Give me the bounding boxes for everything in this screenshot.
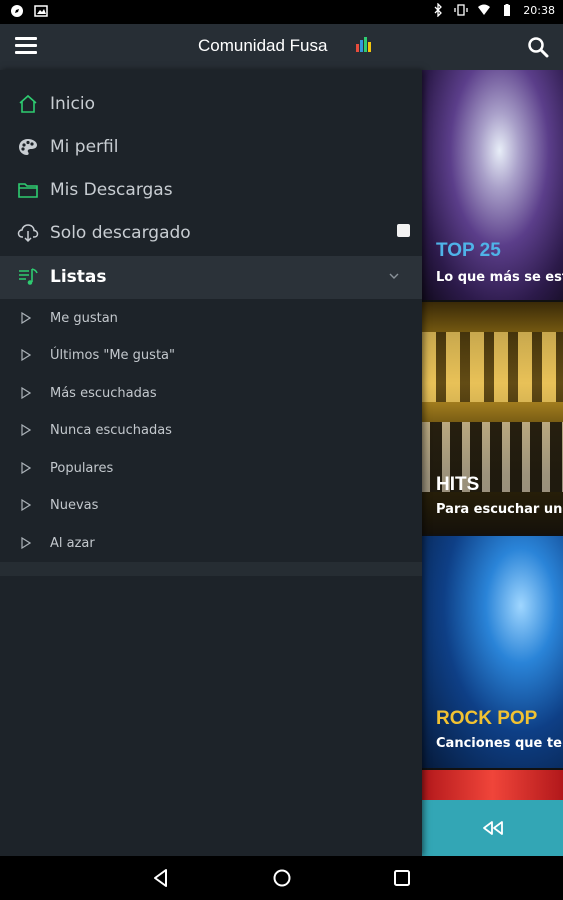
app-bar: Comunidad Fusa	[0, 24, 563, 70]
app-title: Comunidad Fusa	[198, 36, 328, 55]
navigation-drawer: Inicio Mi perfil Mis Descargas Solo desc…	[0, 70, 422, 856]
play-icon	[21, 349, 31, 361]
list-item-al-azar[interactable]: Al azar	[0, 526, 422, 562]
system-nav-bar	[0, 856, 563, 900]
drawer-item-label: Inicio	[50, 94, 95, 114]
card-subtitle: Canciones que te v	[436, 736, 563, 751]
list-item-populares[interactable]: Populares	[0, 451, 422, 487]
drawer-item-label: Mi perfil	[50, 137, 119, 157]
battery-icon	[504, 4, 511, 16]
drawer-item-inicio[interactable]: Inicio	[0, 83, 422, 125]
search-icon[interactable]	[527, 36, 549, 58]
list-item-me-gustan[interactable]: Me gustan	[0, 301, 422, 337]
vibrate-icon	[454, 4, 468, 16]
home-button-icon[interactable]	[271, 867, 293, 889]
status-time: 20:38	[523, 3, 555, 17]
compass-icon	[11, 5, 23, 17]
folder-icon	[18, 183, 38, 198]
cloud-download-icon	[17, 224, 39, 243]
play-icon	[21, 537, 31, 549]
play-icon	[21, 424, 31, 436]
drawer-item-listas[interactable]: Listas	[0, 256, 422, 299]
card-subtitle: Lo que más se esta	[436, 270, 563, 285]
play-icon	[21, 387, 31, 399]
play-icon	[21, 499, 31, 511]
drawer-item-solo-descargado[interactable]: Solo descargado	[0, 212, 422, 254]
drawer-item-label: Mis Descargas	[50, 180, 173, 200]
home-icon	[19, 94, 37, 113]
list-item-mas-escuchadas[interactable]: Más escuchadas	[0, 376, 422, 412]
list-item-ultimos-me-gusta[interactable]: Últimos "Me gusta"	[0, 338, 422, 374]
card-title: TOP 25	[436, 240, 501, 261]
drawer-item-label: Listas	[50, 267, 107, 287]
back-icon[interactable]	[150, 867, 172, 889]
recents-icon[interactable]	[391, 867, 413, 889]
list-item-label: Populares	[50, 461, 114, 476]
card-partial[interactable]	[422, 770, 563, 800]
drawer-item-mis-descargas[interactable]: Mis Descargas	[0, 169, 422, 211]
chevron-down-icon[interactable]	[388, 270, 400, 282]
solo-descargado-checkbox[interactable]	[397, 224, 410, 237]
play-icon	[21, 312, 31, 324]
list-item-label: Me gustan	[50, 311, 118, 326]
playlist-icon	[19, 268, 38, 285]
image-icon	[34, 5, 48, 17]
rewind-icon[interactable]	[481, 820, 505, 836]
drawer-item-mi-perfil[interactable]: Mi perfil	[0, 126, 422, 168]
list-item-label: Nuevas	[50, 498, 99, 513]
list-item-label: Últimos "Me gusta"	[50, 348, 175, 363]
list-item-label: Al azar	[50, 536, 95, 551]
status-bar: 20:38	[0, 0, 563, 24]
wifi-icon	[478, 4, 491, 15]
card-rock-pop[interactable]: ROCK POP Canciones que te v	[422, 536, 563, 768]
drawer-item-label: Solo descargado	[50, 223, 191, 243]
card-hits[interactable]: HITS Para escuchar una	[422, 302, 563, 534]
card-title: ROCK POP	[436, 708, 538, 729]
list-item-label: Más escuchadas	[50, 386, 157, 401]
menu-icon[interactable]	[15, 37, 37, 57]
content-area: TOP 25 Lo que más se esta HITS Para escu…	[422, 70, 563, 856]
play-icon	[21, 462, 31, 474]
list-item-label: Nunca escuchadas	[50, 423, 172, 438]
list-item-nunca-escuchadas[interactable]: Nunca escuchadas	[0, 413, 422, 449]
card-subtitle: Para escuchar una	[436, 502, 563, 517]
palette-icon	[19, 139, 37, 155]
card-top25[interactable]: TOP 25 Lo que más se esta	[422, 70, 563, 300]
list-item-nuevas[interactable]: Nuevas	[0, 488, 422, 524]
player-bar[interactable]	[422, 800, 563, 856]
drawer-divider	[0, 562, 422, 576]
bluetooth-icon	[434, 3, 443, 17]
card-title: HITS	[436, 474, 480, 495]
bar-chart-icon	[356, 37, 371, 52]
